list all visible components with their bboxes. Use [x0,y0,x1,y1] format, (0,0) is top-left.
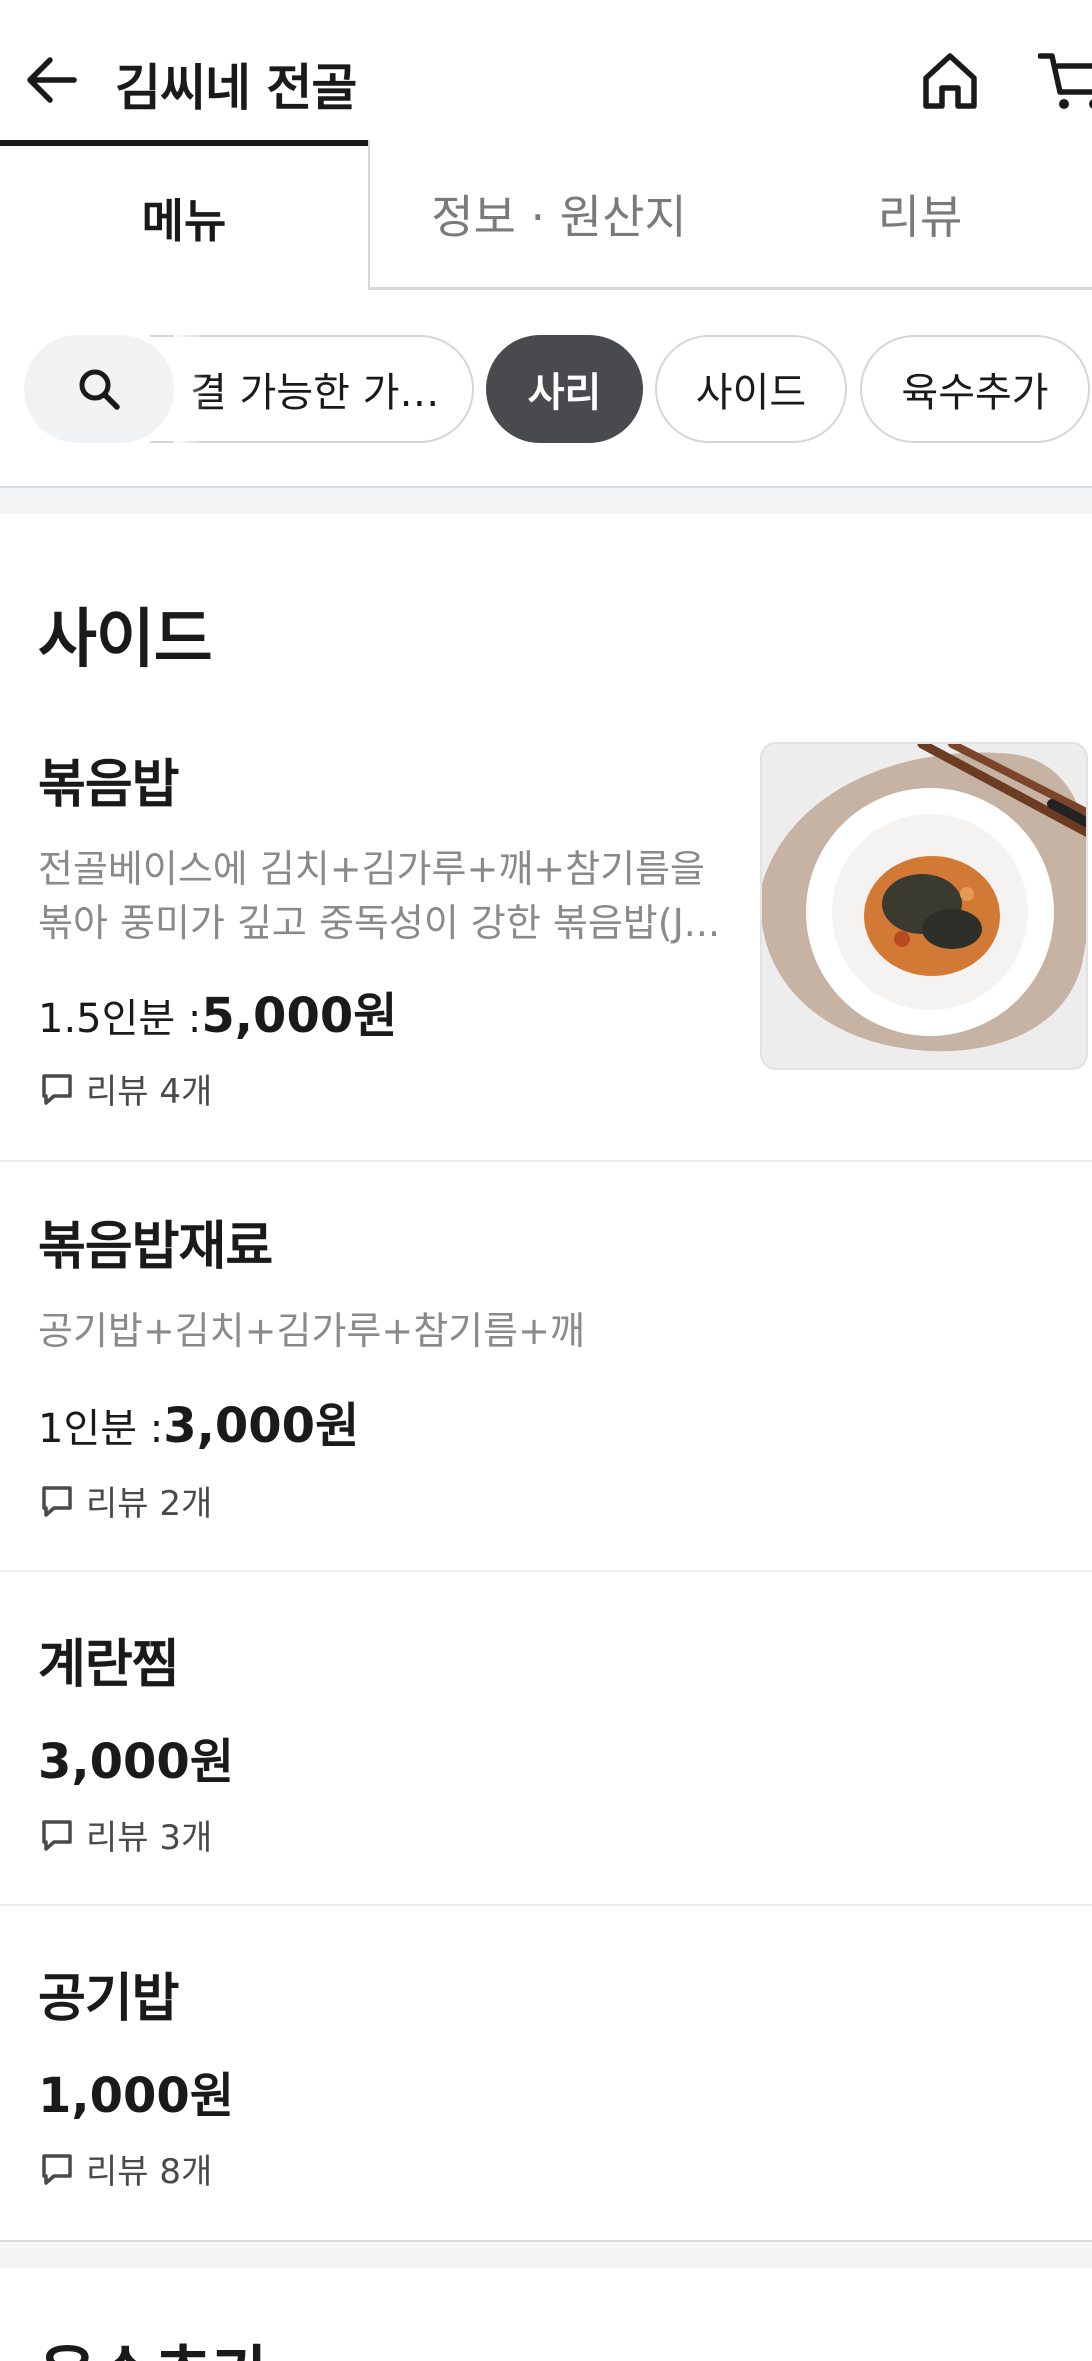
menu-item-name: 공기밥 [38,1969,180,2029]
review-count: 리뷰 3개 [86,1818,213,1858]
next-section-title: 육수추가 [38,2325,271,2361]
section-divider [0,486,1092,514]
comment-icon [42,1073,72,1105]
section-divider [0,2240,1092,2268]
category-chip-bar: 결 가능한 가… 사리 사이드 육수추가 [0,290,1092,490]
menu-item-price-amount: 1,000원 [38,2068,234,2124]
comment-icon [42,1819,72,1851]
menu-item[interactable]: 계란찜 3,000원 리뷰 3개 [0,1572,1092,1906]
chip-fade-overlay [174,330,204,448]
chip-broth-add[interactable]: 육수추가 [860,335,1090,443]
menu-item-price: 1.5인분 : 5,000원 [38,976,397,1046]
menu-item-price-amount: 3,000원 [163,1398,360,1454]
tab-info-origin[interactable]: 정보 · 원산지 [368,140,748,290]
menu-item-review: 리뷰 8개 [40,2144,212,2193]
menu-item-review: 리뷰 2개 [40,1476,212,1525]
cart-icon [1037,53,1092,109]
chip-side[interactable]: 사이드 [655,335,847,443]
home-icon [923,53,977,109]
menu-item-name: 볶음밥재료 [38,1217,273,1277]
review-count: 리뷰 4개 [86,1072,213,1112]
chip-sari[interactable]: 사리 [486,335,643,443]
cart-button[interactable] [1037,48,1092,116]
tab-review[interactable]: 리뷰 [748,140,1092,290]
menu-item-portion: 1.5인분 : [38,996,202,1042]
store-title: 김씨네 전골 [115,59,357,117]
menu-item-photo[interactable] [760,742,1088,1070]
menu-search-button[interactable] [24,335,174,443]
menu-item-review: 리뷰 4개 [40,1064,212,1113]
back-button[interactable] [22,50,82,110]
home-button[interactable] [918,48,990,116]
section-title: 사이드 [38,603,213,677]
menu-item-name: 볶음밥 [38,755,180,815]
tab-menu[interactable]: 메뉴 [0,140,368,290]
menu-item-price: 1인분 : 3,000원 [38,1386,359,1456]
menu-item[interactable]: 볶음밥재료 공기밥+김치+김가루+참기름+깨 1인분 : 3,000원 리뷰 2… [0,1162,1092,1572]
fried-rice-image [762,744,1086,1068]
tab-bar: 메뉴 정보 · 원산지 리뷰 [0,140,1092,290]
top-app-bar: 김씨네 전골 [0,0,1092,140]
review-count: 리뷰 2개 [86,1484,213,1524]
menu-item-price: 1,000원 [38,2056,234,2126]
menu-item-name: 계란찜 [38,1635,180,1695]
menu-item-review: 리뷰 3개 [40,1810,212,1859]
menu-item-price: 3,000원 [38,1722,234,1792]
menu-item-price-amount: 5,000원 [201,988,398,1044]
menu-item-description: 전골베이스에 김치+김가루+깨+참기름을 볶아 풍미가 깊고 중독성이 강한 볶… [38,847,721,945]
menu-item-description: 공기밥+김치+김가루+참기름+깨 [38,1309,585,1353]
menu-item[interactable]: 공기밥 1,000원 리뷰 8개 [0,1906,1092,2240]
arrow-left-icon [27,57,77,103]
review-count: 리뷰 8개 [86,2152,213,2192]
search-icon [79,369,120,410]
menu-item-price-amount: 3,000원 [38,1734,234,1790]
menu-item-portion: 1인분 : [38,1406,164,1452]
comment-icon [42,1485,72,1517]
comment-icon [42,2153,72,2185]
